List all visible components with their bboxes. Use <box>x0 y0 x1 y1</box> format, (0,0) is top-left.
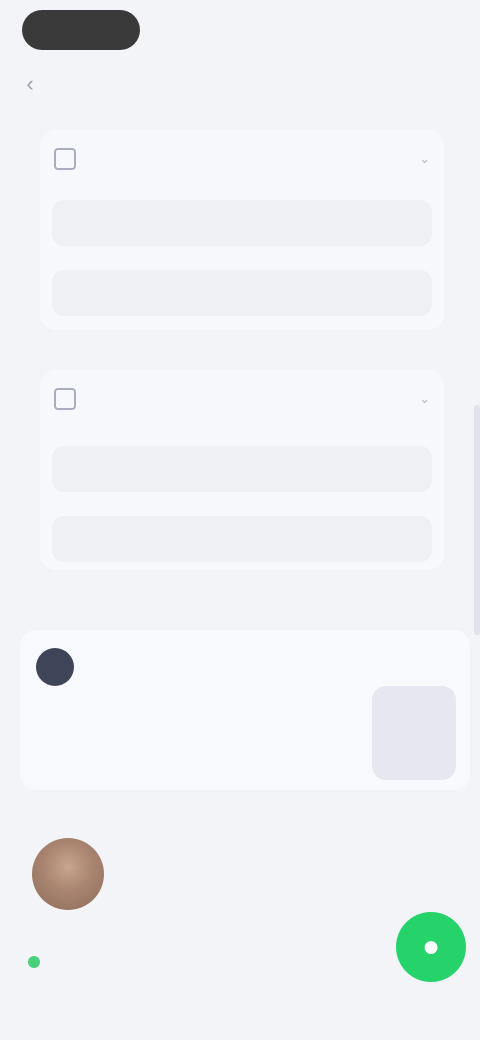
option-button-1[interactable] <box>52 446 432 492</box>
question-card-1: ⌄ <box>40 130 444 330</box>
option-button-1[interactable] <box>52 200 432 246</box>
chevron-down-icon[interactable]: ⌄ <box>419 391 430 407</box>
avatar[interactable] <box>36 648 74 686</box>
checklist-icon <box>54 148 76 170</box>
post-thumbnail-image[interactable] <box>372 686 456 780</box>
question-card-2: ⌄ <box>40 370 444 570</box>
avatar[interactable] <box>32 838 104 910</box>
back-arrow-icon[interactable]: ‹ <box>16 70 44 98</box>
chat-fab-button[interactable]: ● <box>396 912 466 982</box>
online-status-dot <box>28 956 40 968</box>
checklist-icon <box>54 388 76 410</box>
page-title <box>130 74 360 94</box>
feed-post-1[interactable] <box>20 630 470 790</box>
chevron-down-icon[interactable]: ⌄ <box>419 151 430 167</box>
option-button-2[interactable] <box>52 270 432 316</box>
status-pill <box>22 10 140 50</box>
scrollbar-thumb[interactable] <box>474 405 480 635</box>
option-button-2[interactable] <box>52 516 432 562</box>
card-header: ⌄ <box>54 144 430 174</box>
chat-icon: ● <box>421 930 441 963</box>
card-header: ⌄ <box>54 384 430 414</box>
